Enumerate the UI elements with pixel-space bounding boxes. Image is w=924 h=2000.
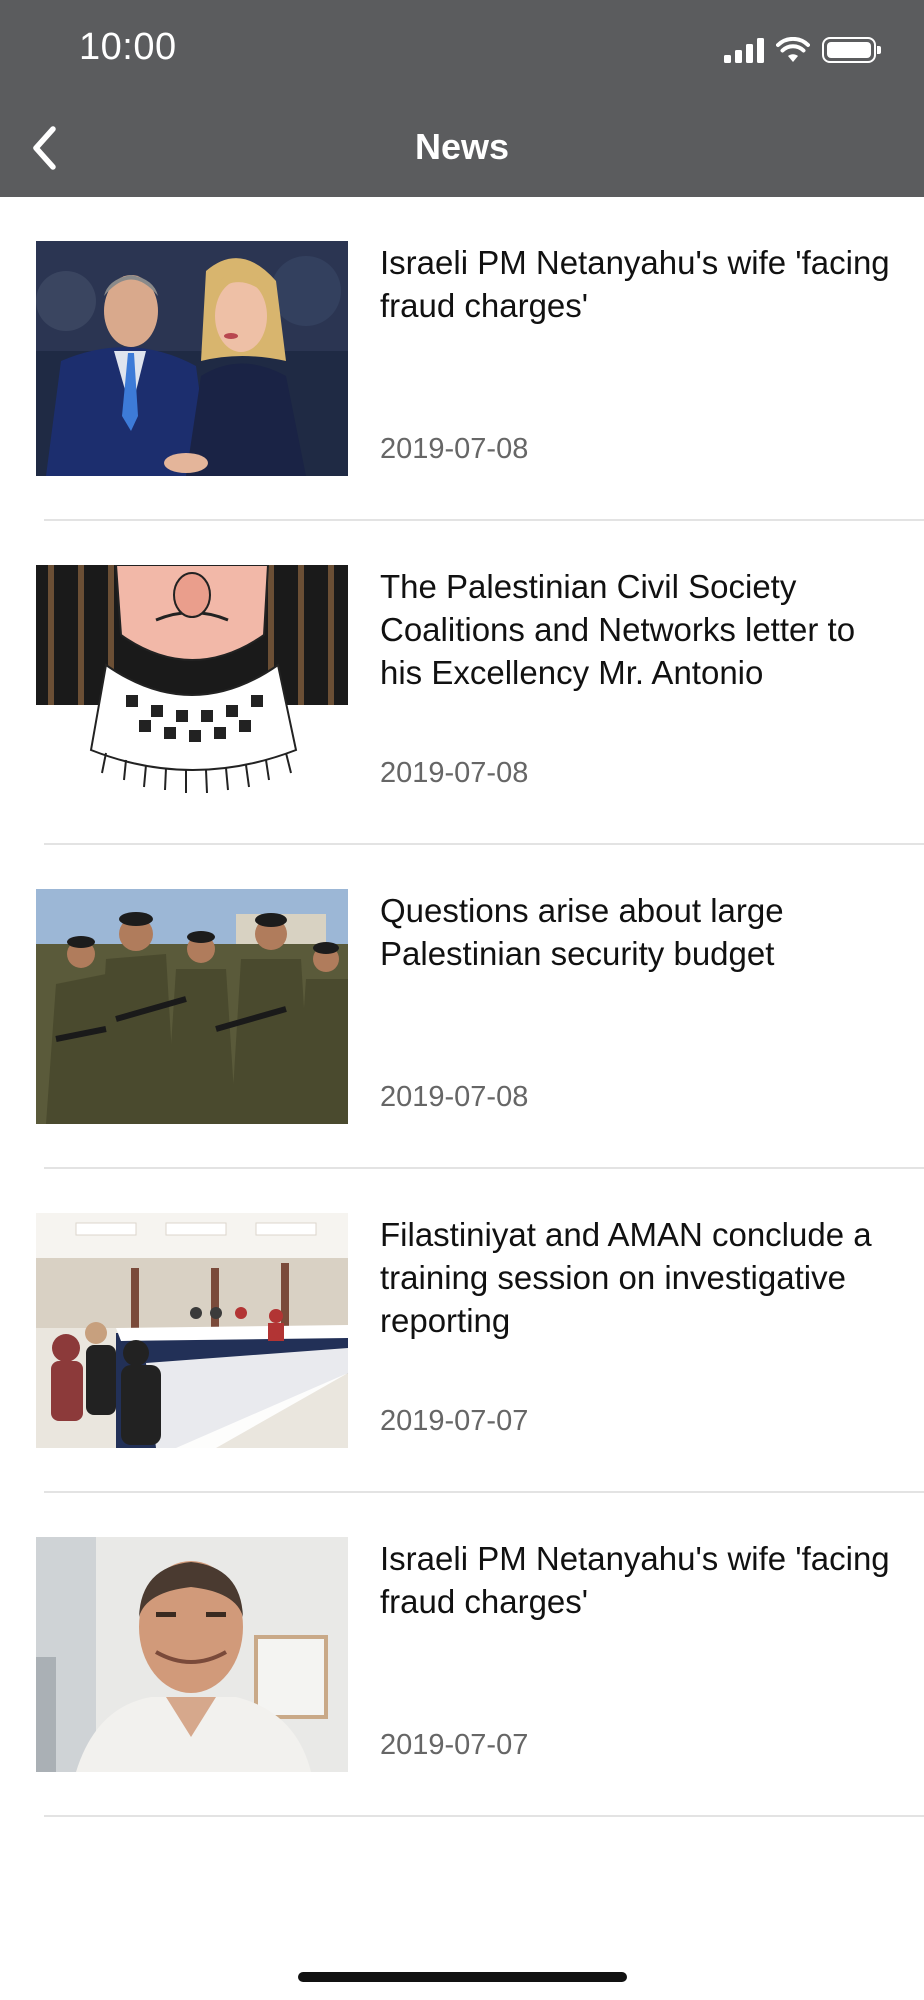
news-item[interactable]: Israeli PM Netanyahu's wife 'facing frau…: [0, 1493, 924, 1817]
news-date: 2019-07-07: [380, 1405, 529, 1437]
news-item[interactable]: Questions arise about large Palestinian …: [0, 845, 924, 1169]
news-item[interactable]: The Palestinian Civil Society Coalitions…: [0, 521, 924, 845]
news-title: Questions arise about large Palestinian …: [380, 892, 784, 972]
home-indicator[interactable]: [298, 1972, 627, 1982]
news-date: 2019-07-08: [380, 433, 529, 465]
news-thumbnail: [36, 889, 348, 1124]
news-thumbnail: [36, 1213, 348, 1448]
page-title: News: [414, 126, 510, 167]
news-title: The Palestinian Civil Society Coalitions…: [380, 568, 856, 691]
news-list: Israeli PM Netanyahu's wife 'facing frau…: [0, 197, 924, 1817]
news-item[interactable]: Filastiniyat and AMAN conclude a trainin…: [0, 1169, 924, 1493]
news-thumbnail: [36, 1537, 348, 1772]
news-title: Israeli PM Netanyahu's wife 'facing frau…: [380, 244, 890, 324]
news-thumbnail: [36, 241, 348, 476]
news-date: 2019-07-08: [380, 757, 529, 789]
status-icons: [724, 34, 881, 66]
news-date: 2019-07-07: [380, 1729, 529, 1761]
news-date: 2019-07-08: [380, 1081, 529, 1113]
nav-header: 10:00 News: [0, 0, 924, 197]
battery-icon: [822, 37, 881, 63]
wifi-icon: [776, 37, 810, 62]
cellular-signal-icon: [724, 37, 764, 63]
news-title: Filastiniyat and AMAN conclude a trainin…: [380, 1216, 872, 1339]
news-title: Israeli PM Netanyahu's wife 'facing frau…: [380, 1540, 890, 1620]
news-item[interactable]: Israeli PM Netanyahu's wife 'facing frau…: [0, 197, 924, 521]
status-time: 10:00: [79, 26, 177, 68]
news-thumbnail: [36, 565, 348, 800]
divider: [44, 1815, 924, 1817]
